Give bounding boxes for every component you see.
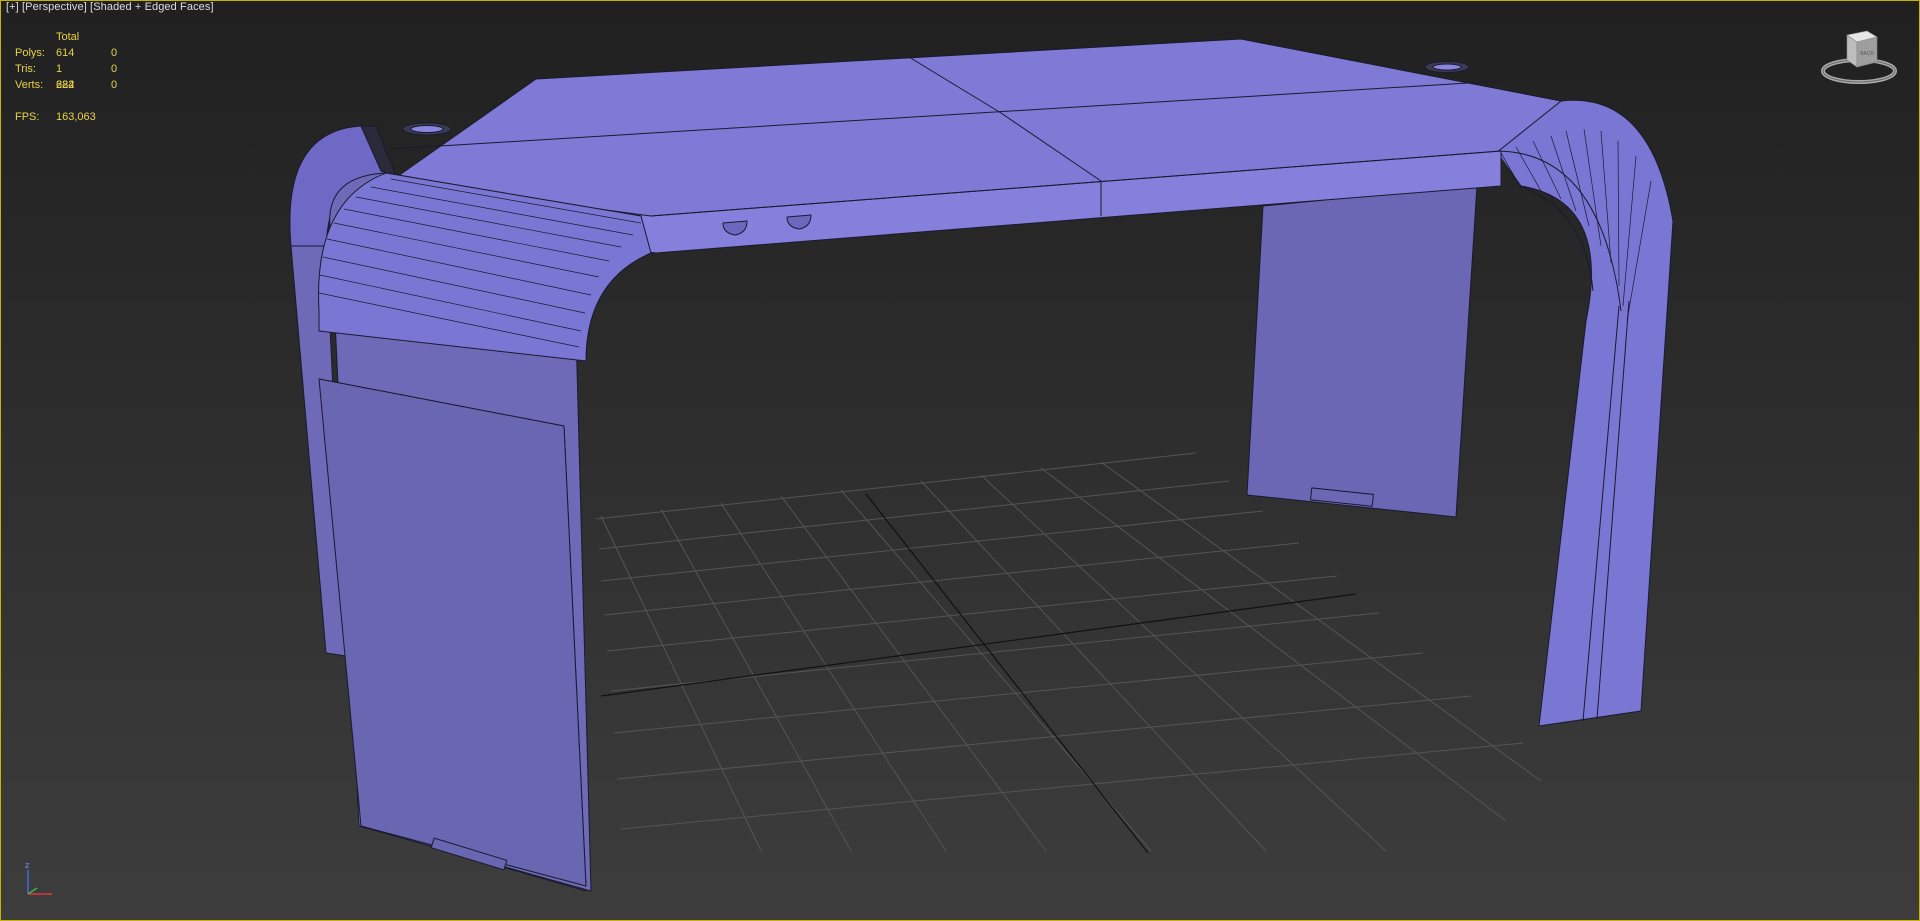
stats-header: Total	[56, 31, 80, 43]
axis-z-label: z	[25, 860, 30, 870]
grid-axes	[600, 493, 1357, 854]
axis-tripod-icon: z	[25, 860, 52, 895]
viewport-menu-plus[interactable]: [+]	[6, 1, 19, 13]
desk-model[interactable]	[289, 38, 1674, 892]
viewport-shading-menu[interactable]: [Shaded + Edged Faces]	[90, 1, 214, 13]
home-grid	[595, 452, 1542, 852]
viewport-scene[interactable]	[1, 1, 1919, 920]
desk-arch-right[interactable]	[1495, 99, 1674, 727]
viewcube-icon[interactable]: BACK	[1819, 27, 1899, 89]
viewcube-face-label: BACK	[1860, 51, 1874, 57]
viewport-view-menu[interactable]: [Perspective]	[22, 1, 87, 13]
desk-leg-back-right[interactable]	[1246, 184, 1478, 518]
viewport-label: [+] [Perspective] [Shaded + Edged Faces]	[6, 1, 214, 13]
desk-leg-front-left[interactable]	[318, 378, 587, 887]
perspective-viewport[interactable]: [+] [Perspective] [Shaded + Edged Faces]…	[0, 0, 1920, 921]
